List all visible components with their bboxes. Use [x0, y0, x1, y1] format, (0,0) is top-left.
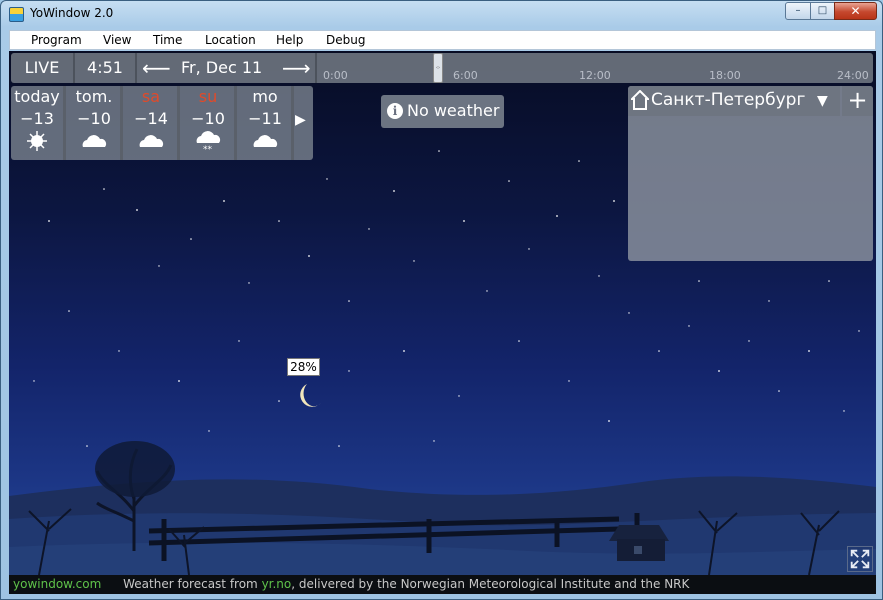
location-name: Санкт-Петербург: [651, 90, 806, 110]
cloud-icon: [82, 135, 107, 147]
status-bar: yowindow.com Weather forecast from yr.no…: [9, 575, 876, 594]
home-icon: [631, 90, 649, 110]
add-location-button[interactable]: +: [842, 86, 873, 116]
menu-help[interactable]: Help: [276, 33, 303, 47]
day-temperature: −11: [248, 109, 282, 128]
menu-time[interactable]: Time: [153, 33, 182, 47]
site-link[interactable]: yowindow.com: [9, 577, 101, 591]
timeline-label-12: 12:00: [579, 69, 611, 82]
forecast-day[interactable]: sa −14: [125, 86, 180, 160]
timeline-label-18: 18:00: [709, 69, 741, 82]
day-name: today: [14, 87, 60, 106]
location-selector[interactable]: Санкт-Петербург ▼: [628, 86, 840, 116]
day-name: sa: [141, 87, 161, 106]
prev-day-arrow-icon[interactable]: ⟵: [142, 53, 171, 83]
title-bar[interactable]: YoWindow 2.0 – □ ✕: [1, 1, 882, 28]
timeline-label-6: 6:00: [453, 69, 478, 82]
sun-icon: [27, 131, 47, 151]
forecast-day[interactable]: today −13: [11, 86, 66, 160]
day-name: mo: [252, 87, 278, 106]
menu-program[interactable]: Program: [31, 33, 82, 47]
cloud-snow-icon: **: [196, 131, 221, 152]
status-text-before: Weather forecast from: [123, 577, 262, 591]
current-time: 4:51: [75, 53, 137, 83]
minimize-button[interactable]: –: [785, 2, 811, 20]
menu-debug[interactable]: Debug: [326, 33, 365, 47]
menu-location[interactable]: Location: [205, 33, 256, 47]
forecast-next-arrow-icon[interactable]: ▶: [295, 112, 306, 128]
day-temperature: −10: [191, 109, 225, 128]
status-text-after: , delivered by the Norwegian Meteorologi…: [291, 577, 690, 591]
cloud-icon: [253, 135, 278, 147]
fullscreen-icon[interactable]: [847, 546, 873, 572]
menu-bar: Program View Time Location Help Debug: [9, 30, 876, 50]
snowy-landscape: [9, 441, 876, 575]
day-temperature: −14: [134, 109, 168, 128]
day-temperature: −13: [20, 109, 54, 128]
menu-view[interactable]: View: [103, 33, 131, 47]
info-icon: i: [387, 103, 403, 119]
yowindow-app-icon: [9, 7, 24, 22]
moon-phase-tooltip: 28%: [287, 358, 320, 376]
no-weather-button[interactable]: i No weather: [381, 95, 504, 128]
svg-text:**: **: [203, 145, 213, 152]
live-button[interactable]: LIVE: [11, 53, 75, 83]
forecast-day[interactable]: tom. −10: [68, 86, 123, 160]
close-button[interactable]: ✕: [834, 2, 877, 20]
day-temperature: −10: [77, 109, 111, 128]
cloud-icon: [139, 135, 164, 147]
time-bar: LIVE 4:51 ⟵ Fr, Dec 11 ⟶ 0:00 ‹› 6:00 12…: [11, 53, 873, 83]
timeline-label-24: 24:00: [837, 69, 869, 82]
timeline-handle[interactable]: ‹›: [433, 53, 443, 83]
day-name: su: [198, 87, 218, 106]
window-title: YoWindow 2.0: [30, 6, 114, 20]
app-window: YoWindow 2.0 – □ ✕ Program View Time Loc…: [0, 0, 883, 600]
next-day-arrow-icon[interactable]: ⟶: [282, 53, 311, 83]
provider-link[interactable]: yr.no: [262, 577, 292, 591]
dropdown-arrow-icon[interactable]: ▼: [817, 93, 828, 109]
location-panel: Санкт-Петербург ▼ +: [628, 86, 873, 261]
day-name: tom.: [75, 87, 113, 106]
weather-scene: LIVE 4:51 ⟵ Fr, Dec 11 ⟶ 0:00 ‹› 6:00 12…: [9, 51, 876, 575]
no-weather-label: No weather: [407, 101, 500, 120]
forecast-day[interactable]: mo −11: [239, 86, 294, 160]
day-timeline[interactable]: 0:00 ‹› 6:00 12:00 18:00 24:00: [315, 53, 875, 83]
current-date: Fr, Dec 11: [181, 58, 263, 77]
forecast-strip: today −13 tom. −10 sa −14 su −10 ** mo −…: [11, 86, 313, 160]
forecast-day[interactable]: su −10 **: [182, 86, 237, 160]
maximize-button[interactable]: □: [810, 2, 835, 20]
timeline-label-0: 0:00: [323, 69, 348, 82]
